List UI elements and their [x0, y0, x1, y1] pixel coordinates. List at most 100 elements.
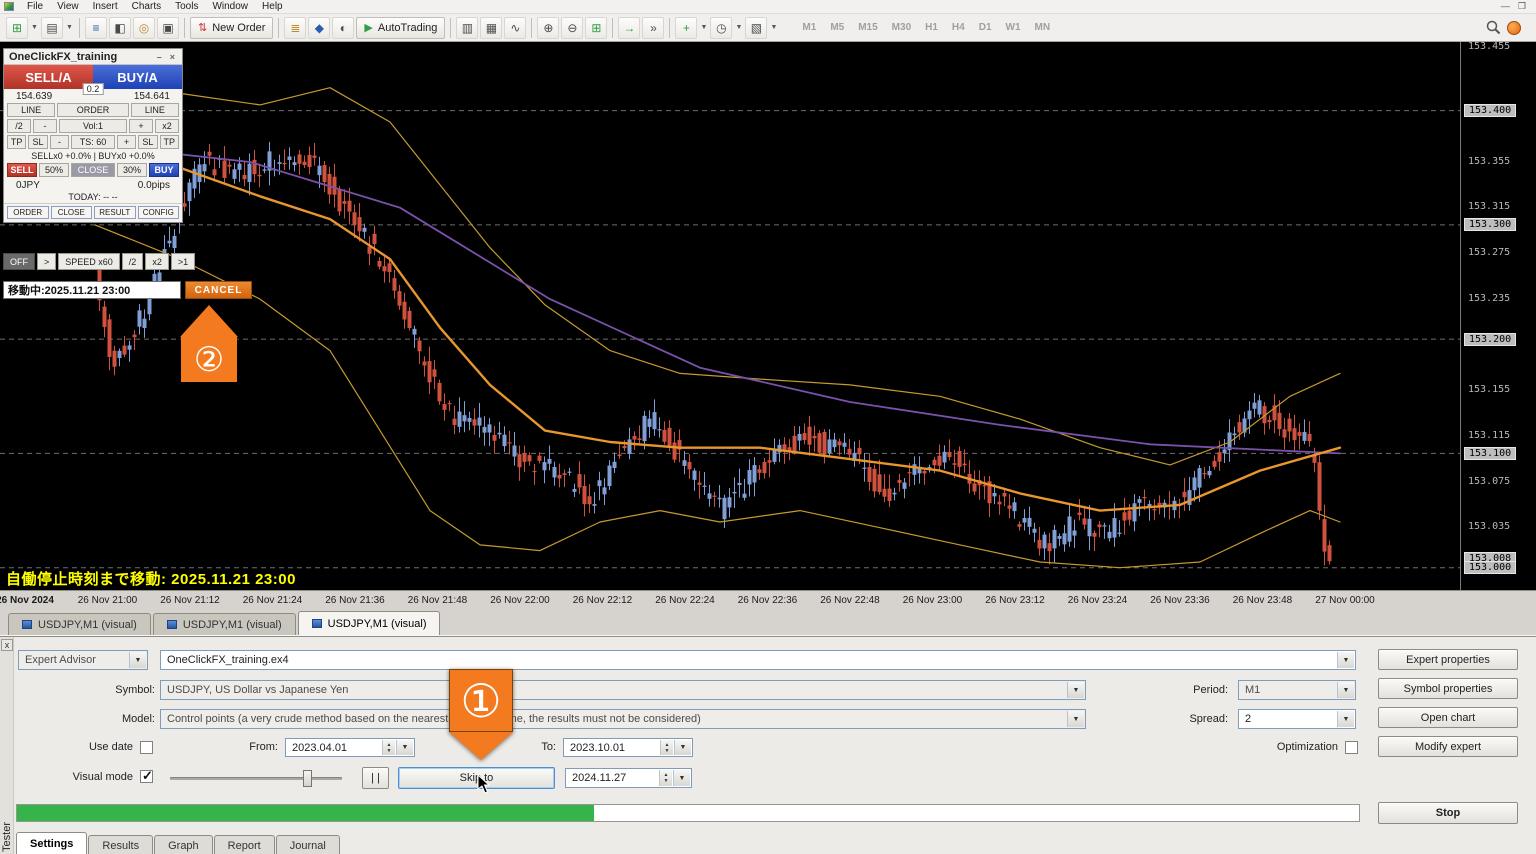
close-50-button[interactable]: 50%	[39, 163, 69, 177]
vol-half-button[interactable]: /2	[7, 119, 31, 133]
templates-icon[interactable]: ▧	[745, 16, 768, 39]
period-select[interactable]: M1 ▼	[1238, 680, 1356, 700]
config-tab-button[interactable]: CONFIG	[137, 206, 179, 219]
trailing-stop-value[interactable]: TS: 60	[71, 135, 115, 149]
price-scale[interactable]: 153.455 153.400 153.355 153.315 153.300 153.2…	[1460, 41, 1536, 590]
panel-close-icon[interactable]: ×	[168, 52, 177, 62]
alert-icon[interactable]	[1507, 20, 1521, 35]
stop-button[interactable]: Stop	[1378, 802, 1518, 824]
metaeditor-icon[interactable]: ≣	[284, 16, 307, 39]
chart-shift-icon[interactable]: »	[642, 16, 665, 39]
profiles-dropdown-icon[interactable]: ▼	[64, 17, 75, 39]
open-chart-button[interactable]: Open chart	[1378, 707, 1518, 728]
menu-insert[interactable]: Insert	[86, 1, 125, 12]
restore-icon[interactable]: ❐	[1518, 1, 1526, 12]
speed-step-button[interactable]: >	[37, 253, 57, 270]
vol-plus-button[interactable]: +	[129, 119, 153, 133]
bar-chart-icon[interactable]: ▥	[456, 16, 479, 39]
symbol-properties-button[interactable]: Symbol properties	[1378, 678, 1518, 699]
timeframe-w1[interactable]: W1	[999, 19, 1028, 36]
chart-tab-2[interactable]: USDJPY,M1 (visual)	[152, 613, 296, 635]
speed-slider-track[interactable]	[170, 777, 342, 780]
expert-type-select[interactable]: Expert Advisor ▼	[18, 650, 148, 670]
tab-graph[interactable]: Graph	[154, 835, 213, 854]
menu-help[interactable]: Help	[255, 1, 290, 12]
menu-file[interactable]: File	[20, 1, 50, 12]
speed-half-button[interactable]: /2	[121, 253, 144, 270]
timeframe-m15[interactable]: M15	[851, 19, 884, 36]
ts-plus-button[interactable]: +	[116, 135, 137, 149]
close-sell-button[interactable]: SELL	[7, 163, 37, 177]
auto-scroll-icon[interactable]: →	[618, 16, 641, 39]
modify-expert-button[interactable]: Modify expert	[1378, 736, 1518, 757]
timeframe-d1[interactable]: D1	[972, 19, 999, 36]
timeframe-mn[interactable]: MN	[1028, 19, 1058, 36]
experts-icon[interactable]: ◆	[308, 16, 331, 39]
spinner-icon[interactable]: ▲ ▼	[382, 740, 395, 755]
chevron-down-icon[interactable]: ▼	[1337, 682, 1354, 698]
chevron-down-icon[interactable]: ▼	[673, 770, 690, 786]
order-tab-button[interactable]: ORDER	[7, 206, 49, 219]
chevron-down-icon[interactable]: ▼	[396, 740, 413, 755]
navigator-icon[interactable]: ◎	[133, 16, 155, 39]
expert-select[interactable]: OneClickFX_training.ex4 ▼	[160, 650, 1356, 670]
new-chart-icon[interactable]: ⊞	[6, 16, 28, 39]
tab-journal[interactable]: Journal	[275, 835, 340, 854]
oneclickfx-titlebar[interactable]: OneClickFX_training – ×	[4, 49, 182, 65]
new-chart-dropdown-icon[interactable]: ▼	[29, 17, 40, 39]
profiles-icon[interactable]: ▤	[41, 16, 63, 39]
spinner-icon[interactable]: ▲ ▼	[659, 770, 672, 786]
new-order-button[interactable]: ⇅ New Order	[190, 16, 274, 39]
autotrading-button[interactable]: ▶ AutoTrading	[356, 16, 446, 39]
speed-slider-thumb[interactable]	[303, 770, 312, 787]
timeframe-m30[interactable]: M30	[885, 19, 918, 36]
expert-properties-button[interactable]: Expert properties	[1378, 649, 1518, 670]
spread-select[interactable]: 2 ▼	[1238, 709, 1356, 729]
tab-settings[interactable]: Settings	[16, 832, 88, 854]
buy-line-button[interactable]: LINE	[130, 103, 179, 117]
speed-value[interactable]: SPEED x60	[58, 253, 120, 270]
minimize-icon[interactable]: —	[1501, 1, 1510, 12]
visual-mode-checkbox[interactable]	[140, 768, 153, 784]
skip-date-input[interactable]: 2024.11.27 ▲ ▼ ▼	[565, 768, 692, 788]
speed-off-button[interactable]: OFF	[3, 253, 35, 270]
market-watch-icon[interactable]: ≡	[85, 16, 107, 39]
indicators-icon[interactable]: +	[675, 16, 698, 39]
use-date-checkbox[interactable]	[140, 741, 153, 754]
to-date-input[interactable]: 2023.10.01 ▲ ▼ ▼	[563, 738, 693, 757]
zoom-out-icon[interactable]: ⊖	[561, 16, 584, 39]
timeframe-h4[interactable]: H4	[945, 19, 972, 36]
sell-button[interactable]: SELL/A	[4, 65, 93, 89]
chevron-down-icon[interactable]: ▼	[1337, 652, 1354, 668]
periods-icon[interactable]: ◷	[710, 16, 733, 39]
cancel-button[interactable]: CANCEL	[185, 281, 252, 299]
vol-double-button[interactable]: x2	[155, 119, 179, 133]
pause-button[interactable]: | |	[362, 767, 389, 789]
periods-dropdown-icon[interactable]: ▼	[733, 17, 744, 39]
chart-tab-3-active[interactable]: USDJPY,M1 (visual)	[297, 611, 441, 635]
close-buy-button[interactable]: BUY	[149, 163, 179, 177]
timeframe-m5[interactable]: M5	[823, 19, 851, 36]
history-center-icon[interactable]: ◐	[332, 16, 355, 39]
timeframe-m1[interactable]: M1	[795, 19, 823, 36]
tp-right-button[interactable]: TP	[159, 135, 179, 149]
sell-line-button[interactable]: LINE	[7, 103, 56, 117]
close-30-button[interactable]: 30%	[117, 163, 147, 177]
indicators-dropdown-icon[interactable]: ▼	[698, 17, 709, 39]
model-select[interactable]: Control points (a very crude method base…	[160, 709, 1086, 729]
sl-right-button[interactable]: SL	[138, 135, 158, 149]
tester-close-button[interactable]: x	[1, 639, 13, 651]
panel-minimize-icon[interactable]: –	[155, 52, 164, 62]
close-tab-button[interactable]: CLOSE	[50, 206, 92, 219]
vol-minus-button[interactable]: -	[33, 119, 57, 133]
chevron-down-icon[interactable]: ▼	[1067, 711, 1084, 727]
chevron-down-icon[interactable]: ▼	[1067, 682, 1084, 698]
spinner-icon[interactable]: ▲ ▼	[660, 740, 673, 755]
timeframe-h1[interactable]: H1	[918, 19, 945, 36]
chart-tab-1[interactable]: USDJPY,M1 (visual)	[8, 613, 151, 635]
data-window-icon[interactable]: ◧	[109, 16, 131, 39]
candle-chart-icon[interactable]: ▦	[480, 16, 503, 39]
menu-window[interactable]: Window	[205, 1, 255, 12]
speed-x1-button[interactable]: >1	[170, 253, 196, 270]
result-tab-button[interactable]: RESULT	[94, 206, 136, 219]
